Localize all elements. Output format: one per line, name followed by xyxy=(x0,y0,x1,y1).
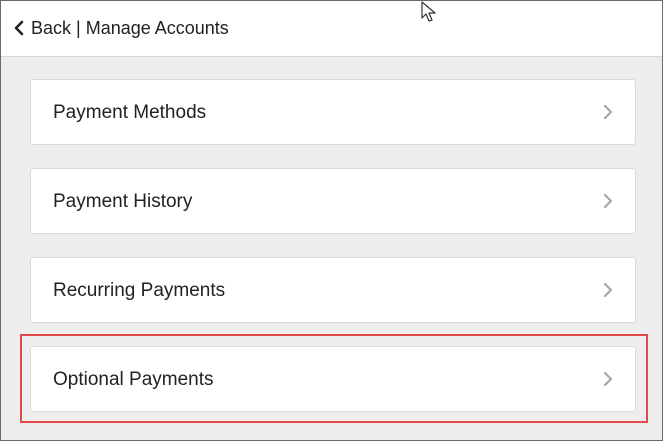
menu-item-recurring-payments[interactable]: Recurring Payments xyxy=(30,257,636,323)
menu-item-payment-history[interactable]: Payment History xyxy=(30,168,636,234)
menu-item-label: Payment History xyxy=(53,191,193,212)
chevron-right-icon xyxy=(603,104,613,120)
menu-item-payment-methods[interactable]: Payment Methods xyxy=(30,79,636,145)
chevron-right-icon xyxy=(603,193,613,209)
chevron-left-icon xyxy=(14,20,24,36)
chevron-right-icon xyxy=(603,371,613,387)
menu-item-label: Optional Payments xyxy=(53,369,214,390)
mouse-cursor-icon xyxy=(421,1,436,22)
menu-item-label: Payment Methods xyxy=(53,102,207,123)
app-frame: Back | Manage Accounts Payment Methods P… xyxy=(0,0,663,441)
back-button[interactable]: Back | Manage Accounts xyxy=(13,17,229,39)
back-label: Back | Manage Accounts xyxy=(31,18,229,38)
header-bar: Back | Manage Accounts xyxy=(1,1,662,57)
menu-item-label: Recurring Payments xyxy=(53,280,226,301)
chevron-right-icon xyxy=(603,282,613,298)
menu-item-optional-payments[interactable]: Optional Payments xyxy=(30,346,636,412)
